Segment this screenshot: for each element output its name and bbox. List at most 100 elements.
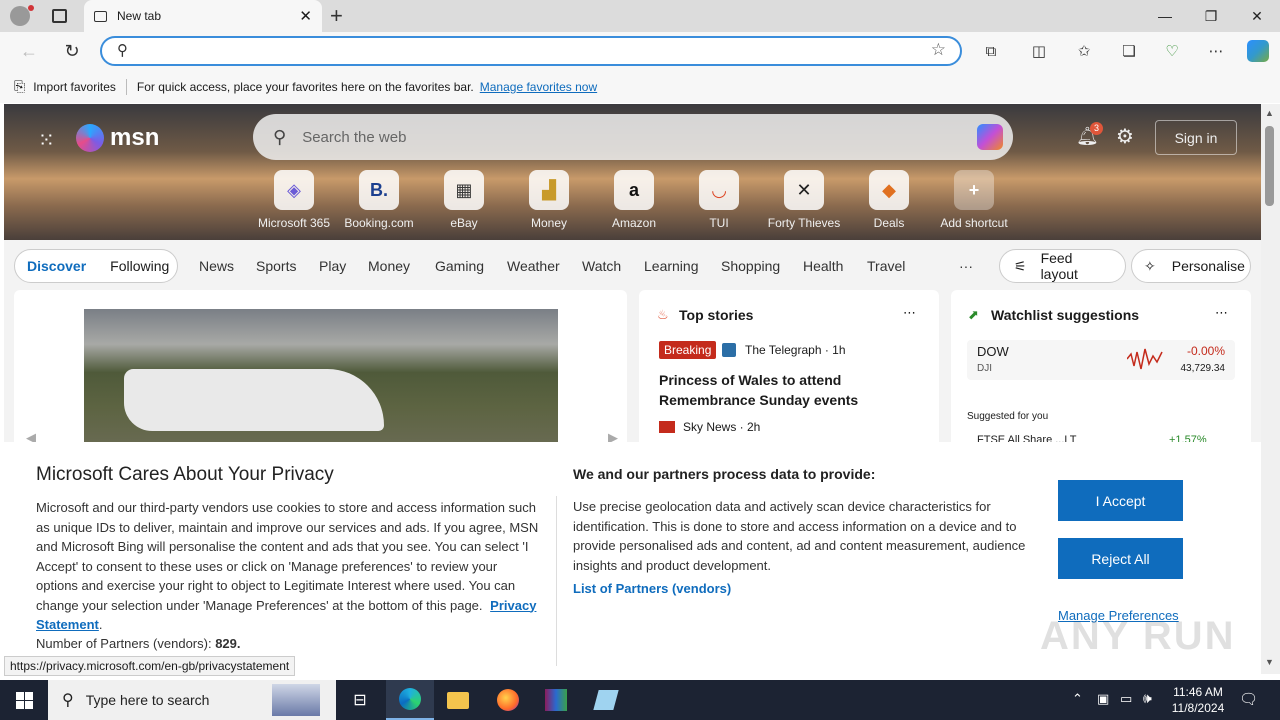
accept-button[interactable]: I Accept: [1058, 480, 1183, 521]
personalise-icon: ✧: [1144, 257, 1156, 274]
back-icon[interactable]: ←: [18, 40, 40, 62]
copilot-icon[interactable]: [1247, 40, 1269, 62]
top-stories-more-icon[interactable]: ⋯: [903, 305, 916, 321]
shortcut-deals[interactable]: ◆ Deals: [848, 170, 930, 230]
reject-all-button[interactable]: Reject All: [1058, 538, 1183, 579]
shortcut-ebay[interactable]: ▦ eBay: [423, 170, 505, 230]
dow-change: -0.00%: [1186, 344, 1225, 358]
nav-health[interactable]: Health: [803, 258, 843, 274]
shortcut-label: Add shortcut: [940, 216, 1008, 230]
nav-play[interactable]: Play: [319, 258, 346, 274]
more-menu-icon[interactable]: ⋯: [1205, 40, 1227, 62]
nav-news[interactable]: News: [199, 258, 234, 274]
more-nav-icon[interactable]: ···: [959, 258, 973, 274]
address-bar[interactable]: ⚲ ☆: [100, 36, 962, 66]
new-tab-button[interactable]: +: [330, 3, 343, 29]
clock-time: 11:46 AM: [1173, 685, 1223, 699]
split-screen-icon[interactable]: ◫: [1028, 40, 1050, 62]
shortcut-forty-thieves[interactable]: ✕ Forty Thieves: [763, 170, 845, 230]
file-explorer-icon[interactable]: [434, 680, 482, 720]
nav-gaming[interactable]: Gaming: [435, 258, 484, 274]
shortcut-tui[interactable]: ◡ TUI: [678, 170, 760, 230]
apps-launcher-icon[interactable]: ⁙: [38, 128, 55, 153]
favorites-icon[interactable]: ✩: [1073, 40, 1095, 62]
tab-discover[interactable]: Discover: [27, 258, 86, 274]
device-icon[interactable]: ▣: [1097, 691, 1109, 707]
profile-alert-dot: [28, 5, 34, 11]
tab-actions-icon[interactable]: [52, 9, 67, 23]
dow-row[interactable]: DOW DJI -0.00% 43,729.34: [967, 340, 1235, 380]
msn-search-box[interactable]: ⚲ Search the web: [253, 114, 1013, 160]
browser-essentials-icon[interactable]: ♡: [1161, 40, 1183, 62]
favorite-star-icon[interactable]: ☆: [931, 40, 946, 60]
refresh-icon[interactable]: ↻: [61, 40, 83, 62]
nav-sports[interactable]: Sports: [256, 258, 296, 274]
privacy-body: Microsoft and our third-party vendors us…: [36, 500, 539, 632]
partners-count-line: Number of Partners (vendors): 829.: [36, 636, 241, 651]
favbar-divider: [125, 78, 127, 95]
nav-shopping[interactable]: Shopping: [721, 258, 780, 274]
story-headline-1[interactable]: Princess of Wales to attend Remembrance …: [659, 370, 859, 410]
network-icon[interactable]: ▭: [1120, 691, 1132, 707]
restore-button[interactable]: ❐: [1188, 0, 1234, 32]
collections-icon[interactable]: ❏: [1118, 40, 1140, 62]
page-scrollbar[interactable]: ▲ ▼: [1261, 104, 1280, 674]
nav-money[interactable]: Money: [368, 258, 410, 274]
nav-travel[interactable]: Travel: [867, 258, 905, 274]
feed-layout-button[interactable]: ⚟ Feed layout: [999, 249, 1126, 283]
start-button[interactable]: [0, 680, 48, 720]
sign-in-button[interactable]: Sign in: [1155, 120, 1237, 155]
volume-icon[interactable]: 🕪︎: [1143, 690, 1152, 707]
shortcut-add[interactable]: + Add shortcut: [933, 170, 1015, 230]
task-view-icon[interactable]: ⊟: [336, 680, 384, 720]
tab-new-tab[interactable]: New tab ✕: [84, 0, 322, 32]
notepad-icon[interactable]: [582, 680, 630, 720]
partners-list-link[interactable]: List of Partners (vendors): [573, 581, 731, 596]
breaking-badge: Breaking: [659, 341, 717, 359]
add-icon: +: [954, 170, 994, 210]
profile-icon[interactable]: [10, 6, 30, 26]
process-body: Use precise geolocation data and activel…: [573, 499, 1026, 573]
import-favorites-icon: ⎘: [14, 78, 26, 94]
boat-image: [84, 309, 558, 450]
msn-logo[interactable]: msn: [76, 124, 159, 152]
close-tab-icon[interactable]: ✕: [299, 7, 312, 25]
clock[interactable]: 11:46 AM 11/8/2024: [1168, 684, 1228, 716]
shortcut-money[interactable]: ▟ Money: [508, 170, 590, 230]
boat-shape: [124, 369, 384, 431]
nav-learning[interactable]: Learning: [644, 258, 699, 274]
shortcut-label: Money: [530, 216, 568, 230]
scroll-down-icon[interactable]: ▼: [1265, 657, 1274, 667]
tab-following[interactable]: Following: [110, 258, 169, 274]
taskbar-search-box[interactable]: ⚲ Type here to search: [48, 680, 336, 720]
tray-chevron-icon[interactable]: ⌃: [1072, 691, 1083, 707]
manage-favorites-link[interactable]: Manage favorites now: [480, 80, 597, 94]
msn-butterfly-icon: [76, 124, 104, 152]
edge-taskbar-icon[interactable]: [386, 680, 434, 720]
personalise-button[interactable]: ✧ Personalise: [1131, 249, 1251, 283]
shortcut-amazon[interactable]: a Amazon: [593, 170, 675, 230]
fire-icon: ♨: [657, 307, 669, 322]
sliders-icon: ⚟: [1014, 257, 1027, 274]
hero-article-card[interactable]: ◀ ▶: [14, 290, 627, 450]
winrar-icon[interactable]: [532, 680, 580, 720]
close-window-button[interactable]: ✕: [1234, 0, 1280, 32]
notifications-center-icon[interactable]: 🗨︎: [1239, 690, 1258, 708]
shortcut-m365[interactable]: ◈ Microsoft 365: [253, 170, 335, 230]
tui-icon: ◡: [699, 170, 739, 210]
scroll-up-icon[interactable]: ▲: [1265, 108, 1274, 118]
nav-weather[interactable]: Weather: [507, 258, 560, 274]
extensions-icon[interactable]: ⧉: [980, 40, 1002, 62]
minimize-button[interactable]: —: [1142, 0, 1188, 32]
settings-gear-icon[interactable]: ⚙: [1116, 124, 1134, 149]
sky-news-icon: [659, 421, 675, 433]
nav-watch[interactable]: Watch: [582, 258, 621, 274]
forty-thieves-icon: ✕: [784, 170, 824, 210]
scroll-thumb[interactable]: [1265, 126, 1274, 206]
shortcut-booking[interactable]: B. Booking.com: [338, 170, 420, 230]
watchlist-more-icon[interactable]: ⋯: [1215, 305, 1228, 321]
copilot-search-icon[interactable]: [977, 124, 1003, 150]
privacy-title: Microsoft Cares About Your Privacy: [36, 464, 334, 485]
firefox-icon[interactable]: [484, 680, 532, 720]
import-favorites-button[interactable]: Import favorites: [33, 80, 116, 94]
